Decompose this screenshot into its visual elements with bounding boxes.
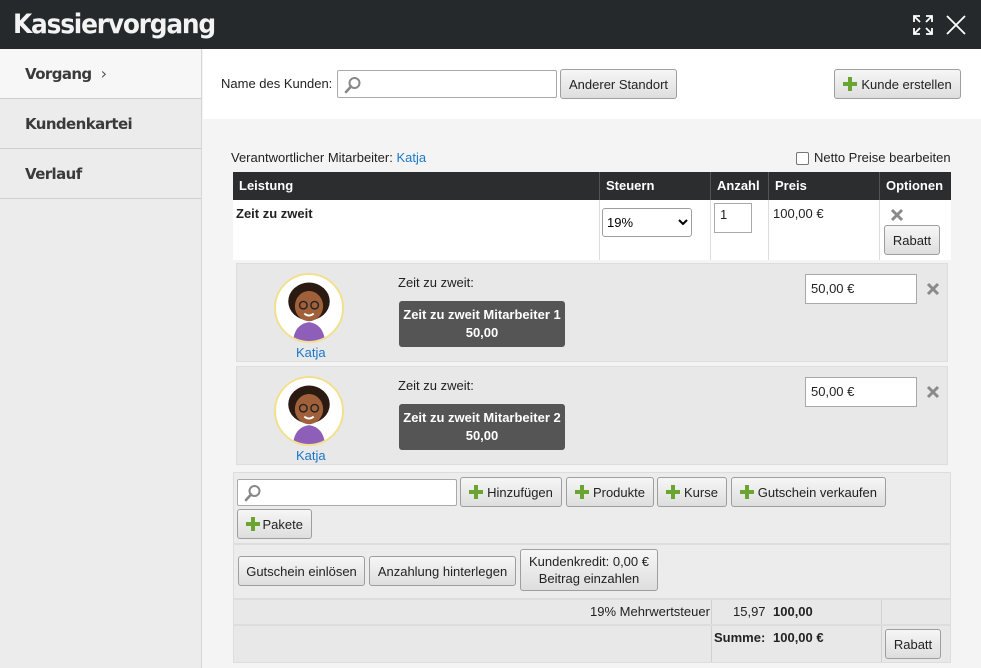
avatar bbox=[274, 376, 344, 446]
credit-deposit-label: Beitrag einzahlen bbox=[538, 571, 640, 586]
packages-label: Pakete bbox=[262, 516, 303, 532]
vat-amount: 15,97 bbox=[733, 604, 766, 619]
plus-icon bbox=[575, 485, 589, 499]
other-location-button[interactable]: Anderer Standort bbox=[560, 69, 677, 99]
table-row: Zeit zu zweit 19% 1 100,00 € Rabatt bbox=[233, 200, 951, 260]
remove-icon[interactable] bbox=[926, 282, 940, 296]
title-bar: Kassiervorgang bbox=[0, 0, 981, 49]
net-prices-label: Netto Preise bearbeiten bbox=[814, 150, 951, 165]
fullscreen-icon[interactable] bbox=[912, 14, 934, 36]
vat-row: 19% Mehrwertsteuer 15,97 100,00 bbox=[233, 599, 951, 625]
employee-service-price: 50,00 bbox=[465, 325, 499, 340]
responsible-employee-link[interactable]: Katja bbox=[396, 150, 426, 165]
create-customer-button[interactable]: Kunde erstellen bbox=[834, 69, 961, 99]
sidebar: Vorgang › Kundenkartei Verlauf bbox=[0, 49, 202, 668]
employee-service-price: 50,00 bbox=[465, 428, 499, 443]
customer-label: Name des Kunden: bbox=[221, 76, 333, 91]
employee-name[interactable]: Katja bbox=[296, 448, 326, 463]
products-label: Produkte bbox=[592, 484, 645, 500]
courses-label: Kurse bbox=[684, 484, 718, 500]
sidebar-item-verlauf[interactable]: Verlauf bbox=[0, 149, 201, 199]
avatar bbox=[274, 273, 344, 343]
employee-row: Katja Zeit zu zweit: Zeit zu zweit Mitar… bbox=[236, 366, 948, 465]
total-discount-button[interactable]: Rabatt bbox=[885, 629, 941, 659]
responsible-text: Verantwortlicher Mitarbeiter: bbox=[231, 150, 393, 165]
sidebar-item-label: Vorgang bbox=[25, 64, 92, 83]
add-items-bar: Hinzufügen Produkte Kurse Gutschein verk… bbox=[233, 472, 951, 544]
sum-value: 100,00 € bbox=[773, 630, 824, 645]
plus-icon bbox=[843, 77, 858, 91]
vat-total: 100,00 bbox=[773, 604, 813, 619]
employee-service-label: Zeit zu zweit: bbox=[398, 378, 474, 393]
customer-search-input[interactable] bbox=[337, 70, 557, 98]
add-button[interactable]: Hinzufügen bbox=[460, 477, 562, 507]
quantity-input[interactable]: 1 bbox=[714, 203, 752, 233]
chevron-right-icon: › bbox=[100, 64, 107, 83]
deposit-button[interactable]: Anzahlung hinterlegen bbox=[369, 556, 516, 586]
redeem-voucher-button[interactable]: Gutschein einlösen bbox=[238, 556, 365, 586]
plus-icon bbox=[246, 517, 260, 531]
sidebar-item-kundenkartei[interactable]: Kundenkartei bbox=[0, 99, 201, 149]
close-icon[interactable] bbox=[945, 14, 967, 36]
services-table-header: Leistung Steuern Anzahl Preis Optionen bbox=[233, 172, 951, 200]
discount-button[interactable]: Rabatt bbox=[884, 225, 940, 255]
sum-row: Summe: 100,00 € Rabatt bbox=[233, 625, 951, 663]
employee-name[interactable]: Katja bbox=[296, 345, 326, 360]
main-panel: Name des Kunden: Anderer Standort Kunde … bbox=[203, 49, 981, 668]
search-icon bbox=[344, 77, 361, 94]
add-label: Hinzufügen bbox=[487, 484, 553, 500]
net-prices-checkbox[interactable] bbox=[796, 152, 809, 165]
responsible-label: Verantwortlicher Mitarbeiter: Katja bbox=[231, 150, 426, 165]
sum-label: Summe: bbox=[714, 630, 766, 645]
courses-button[interactable]: Kurse bbox=[657, 477, 727, 507]
remove-icon[interactable] bbox=[890, 208, 904, 222]
customer-bar: Name des Kunden: Anderer Standort Kunde … bbox=[203, 49, 981, 119]
employee-row: Katja Zeit zu zweit: Zeit zu zweit Mitar… bbox=[236, 263, 948, 362]
packages-button[interactable]: Pakete bbox=[237, 509, 312, 539]
employee-service-title: Zeit zu zweit Mitarbeiter 1 bbox=[403, 307, 561, 322]
row-price: 100,00 € bbox=[773, 206, 824, 221]
window-title: Kassiervorgang bbox=[13, 9, 216, 40]
employee-price-input[interactable]: 50,00 € bbox=[805, 274, 917, 304]
column-header: Leistung bbox=[233, 172, 600, 200]
column-header: Anzahl bbox=[711, 172, 769, 200]
column-header: Steuern bbox=[600, 172, 711, 200]
customer-credit-button[interactable]: Kundenkredit: 0,00 € Beitrag einzahlen bbox=[520, 549, 658, 591]
plus-icon bbox=[666, 485, 681, 499]
employee-service-label: Zeit zu zweit: bbox=[398, 275, 474, 290]
vat-label: 19% Mehrwertsteuer bbox=[590, 604, 710, 619]
column-header: Optionen bbox=[886, 178, 944, 193]
create-customer-label: Kunde erstellen bbox=[861, 76, 952, 92]
column-header: Preis bbox=[769, 172, 880, 200]
item-search-input[interactable] bbox=[237, 479, 457, 506]
sell-voucher-label: Gutschein verkaufen bbox=[757, 484, 877, 500]
credit-balance-label: Kundenkredit: 0,00 € bbox=[529, 554, 649, 569]
sidebar-item-vorgang[interactable]: Vorgang › bbox=[0, 49, 201, 99]
sell-voucher-button[interactable]: Gutschein verkaufen bbox=[731, 477, 886, 507]
remove-icon[interactable] bbox=[926, 385, 940, 399]
search-icon bbox=[244, 485, 261, 502]
employee-service-button[interactable]: Zeit zu zweit Mitarbeiter 1 50,00 bbox=[399, 301, 565, 347]
sidebar-item-label: Kundenkartei bbox=[25, 114, 133, 133]
sidebar-item-label: Verlauf bbox=[25, 164, 82, 183]
products-button[interactable]: Produkte bbox=[566, 477, 654, 507]
employee-service-button[interactable]: Zeit zu zweit Mitarbeiter 2 50,00 bbox=[399, 404, 565, 450]
service-name: Zeit zu zweit bbox=[236, 206, 313, 221]
plus-icon bbox=[469, 485, 484, 499]
plus-icon bbox=[740, 485, 754, 499]
payment-bar: Gutschein einlösen Anzahlung hinterlegen… bbox=[233, 544, 951, 599]
tax-select[interactable]: 19% bbox=[602, 208, 692, 237]
employee-service-title: Zeit zu zweit Mitarbeiter 2 bbox=[403, 410, 561, 425]
employee-price-input[interactable]: 50,00 € bbox=[805, 377, 917, 407]
